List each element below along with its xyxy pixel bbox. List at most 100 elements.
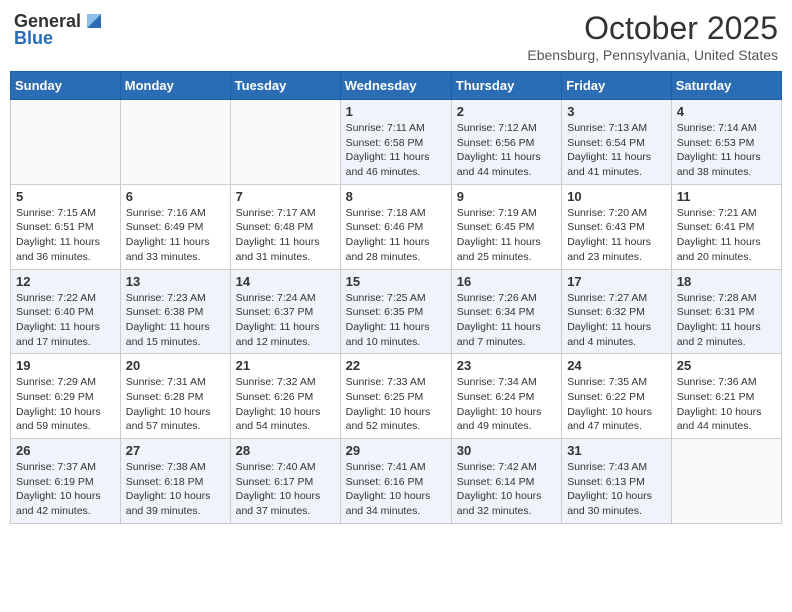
day-number: 20	[126, 358, 225, 373]
calendar-cell: 29Sunrise: 7:41 AM Sunset: 6:16 PM Dayli…	[340, 439, 451, 524]
day-info: Sunrise: 7:33 AM Sunset: 6:25 PM Dayligh…	[346, 375, 446, 434]
day-info: Sunrise: 7:32 AM Sunset: 6:26 PM Dayligh…	[236, 375, 335, 434]
calendar-cell: 13 Sunrise: 7:23 AM Sunset: 6:38 PM Dayli…	[120, 269, 230, 354]
calendar-cell: 23 Sunrise: 7:34 AM Sunset: 6:24 PM Dayli…	[451, 354, 561, 439]
day-number: 9	[457, 189, 556, 204]
day-number: 6	[126, 189, 225, 204]
calendar-week-5: 26 Sunrise: 7:37 AM Sunset: 6:19 PM Dayli…	[11, 439, 782, 524]
day-number: 11	[677, 189, 776, 204]
calendar-cell: 7 Sunrise: 7:17 AM Sunset: 6:48 PM Daylig…	[230, 184, 340, 269]
calendar-cell: 14 Sunrise: 7:24 AM Sunset: 6:37 PM Dayli…	[230, 269, 340, 354]
location-text: Ebensburg, Pennsylvania, United States	[527, 47, 778, 63]
calendar-cell: 10Sunrise: 7:20 AM Sunset: 6:43 PM Dayli…	[562, 184, 672, 269]
logo-blue-text: Blue	[14, 28, 53, 49]
day-number: 31	[567, 443, 666, 458]
day-number: 30	[457, 443, 556, 458]
day-info: Sunrise: 7:14 AM Sunset: 6:53 PM Dayligh…	[677, 121, 776, 180]
calendar-cell: 6 Sunrise: 7:16 AM Sunset: 6:49 PM Daylig…	[120, 184, 230, 269]
calendar-cell: 5Sunrise: 7:15 AM Sunset: 6:51 PM Daylig…	[11, 184, 121, 269]
day-number: 13	[126, 274, 225, 289]
day-number: 10	[567, 189, 666, 204]
day-info: Sunrise: 7:17 AM Sunset: 6:48 PM Dayligh…	[236, 206, 335, 265]
calendar-cell: 15Sunrise: 7:25 AM Sunset: 6:35 PM Dayli…	[340, 269, 451, 354]
calendar-cell	[230, 100, 340, 185]
calendar-week-4: 19Sunrise: 7:29 AM Sunset: 6:29 PM Dayli…	[11, 354, 782, 439]
day-info: Sunrise: 7:18 AM Sunset: 6:46 PM Dayligh…	[346, 206, 446, 265]
day-number: 25	[677, 358, 776, 373]
day-number: 22	[346, 358, 446, 373]
month-title: October 2025	[527, 10, 778, 47]
day-info: Sunrise: 7:22 AM Sunset: 6:40 PM Dayligh…	[16, 291, 115, 350]
calendar-cell: 25Sunrise: 7:36 AM Sunset: 6:21 PM Dayli…	[671, 354, 781, 439]
day-info: Sunrise: 7:28 AM Sunset: 6:31 PM Dayligh…	[677, 291, 776, 350]
day-number: 8	[346, 189, 446, 204]
day-number: 27	[126, 443, 225, 458]
page-header: General Blue October 2025 Ebensburg, Pen…	[10, 10, 782, 63]
calendar-cell: 26 Sunrise: 7:37 AM Sunset: 6:19 PM Dayli…	[11, 439, 121, 524]
day-info: Sunrise: 7:27 AM Sunset: 6:32 PM Dayligh…	[567, 291, 666, 350]
day-info: Sunrise: 7:31 AM Sunset: 6:28 PM Dayligh…	[126, 375, 225, 434]
day-number: 14	[236, 274, 335, 289]
day-info: Sunrise: 7:26 AM Sunset: 6:34 PM Dayligh…	[457, 291, 556, 350]
day-info: Sunrise: 7:42 AM Sunset: 6:14 PM Dayligh…	[457, 460, 556, 519]
day-info: Sunrise: 7:23 AM Sunset: 6:38 PM Dayligh…	[126, 291, 225, 350]
day-number: 24	[567, 358, 666, 373]
calendar-cell: 30 Sunrise: 7:42 AM Sunset: 6:14 PM Dayli…	[451, 439, 561, 524]
day-number: 19	[16, 358, 115, 373]
day-info: Sunrise: 7:35 AM Sunset: 6:22 PM Dayligh…	[567, 375, 666, 434]
calendar-cell	[120, 100, 230, 185]
calendar-cell: 21 Sunrise: 7:32 AM Sunset: 6:26 PM Dayli…	[230, 354, 340, 439]
day-info: Sunrise: 7:12 AM Sunset: 6:56 PM Dayligh…	[457, 121, 556, 180]
day-info: Sunrise: 7:19 AM Sunset: 6:45 PM Dayligh…	[457, 206, 556, 265]
calendar-header-wednesday: Wednesday	[340, 72, 451, 100]
day-info: Sunrise: 7:15 AM Sunset: 6:51 PM Dayligh…	[16, 206, 115, 265]
calendar-cell: 12 Sunrise: 7:22 AM Sunset: 6:40 PM Dayli…	[11, 269, 121, 354]
day-info: Sunrise: 7:21 AM Sunset: 6:41 PM Dayligh…	[677, 206, 776, 265]
day-info: Sunrise: 7:16 AM Sunset: 6:49 PM Dayligh…	[126, 206, 225, 265]
calendar-cell: 27 Sunrise: 7:38 AM Sunset: 6:18 PM Dayli…	[120, 439, 230, 524]
day-number: 28	[236, 443, 335, 458]
calendar-week-1: 1 Sunrise: 7:11 AM Sunset: 6:58 PM Daylig…	[11, 100, 782, 185]
day-number: 1	[346, 104, 446, 119]
calendar-cell: 1 Sunrise: 7:11 AM Sunset: 6:58 PM Daylig…	[340, 100, 451, 185]
day-info: Sunrise: 7:40 AM Sunset: 6:17 PM Dayligh…	[236, 460, 335, 519]
calendar-cell: 16Sunrise: 7:26 AM Sunset: 6:34 PM Dayli…	[451, 269, 561, 354]
calendar-header-sunday: Sunday	[11, 72, 121, 100]
day-number: 12	[16, 274, 115, 289]
day-number: 4	[677, 104, 776, 119]
day-number: 3	[567, 104, 666, 119]
day-info: Sunrise: 7:11 AM Sunset: 6:58 PM Dayligh…	[346, 121, 446, 180]
day-info: Sunrise: 7:25 AM Sunset: 6:35 PM Dayligh…	[346, 291, 446, 350]
calendar-header-saturday: Saturday	[671, 72, 781, 100]
calendar-cell	[671, 439, 781, 524]
day-number: 7	[236, 189, 335, 204]
day-number: 23	[457, 358, 556, 373]
logo: General Blue	[14, 10, 105, 49]
day-info: Sunrise: 7:38 AM Sunset: 6:18 PM Dayligh…	[126, 460, 225, 519]
calendar-cell: 8 Sunrise: 7:18 AM Sunset: 6:46 PM Daylig…	[340, 184, 451, 269]
day-number: 21	[236, 358, 335, 373]
calendar-cell: 4 Sunrise: 7:14 AM Sunset: 6:53 PM Daylig…	[671, 100, 781, 185]
calendar-header-thursday: Thursday	[451, 72, 561, 100]
calendar-cell: 22 Sunrise: 7:33 AM Sunset: 6:25 PM Dayli…	[340, 354, 451, 439]
calendar-header-tuesday: Tuesday	[230, 72, 340, 100]
day-info: Sunrise: 7:37 AM Sunset: 6:19 PM Dayligh…	[16, 460, 115, 519]
logo-icon	[83, 10, 105, 32]
day-number: 29	[346, 443, 446, 458]
day-info: Sunrise: 7:43 AM Sunset: 6:13 PM Dayligh…	[567, 460, 666, 519]
calendar-cell: 17 Sunrise: 7:27 AM Sunset: 6:32 PM Dayli…	[562, 269, 672, 354]
calendar-cell: 3 Sunrise: 7:13 AM Sunset: 6:54 PM Daylig…	[562, 100, 672, 185]
day-info: Sunrise: 7:24 AM Sunset: 6:37 PM Dayligh…	[236, 291, 335, 350]
calendar-cell: 2 Sunrise: 7:12 AM Sunset: 6:56 PM Daylig…	[451, 100, 561, 185]
calendar-week-2: 5Sunrise: 7:15 AM Sunset: 6:51 PM Daylig…	[11, 184, 782, 269]
calendar-cell: 31 Sunrise: 7:43 AM Sunset: 6:13 PM Dayli…	[562, 439, 672, 524]
day-number: 2	[457, 104, 556, 119]
day-info: Sunrise: 7:34 AM Sunset: 6:24 PM Dayligh…	[457, 375, 556, 434]
day-number: 26	[16, 443, 115, 458]
day-number: 17	[567, 274, 666, 289]
calendar-cell: 18Sunrise: 7:28 AM Sunset: 6:31 PM Dayli…	[671, 269, 781, 354]
calendar-week-3: 12 Sunrise: 7:22 AM Sunset: 6:40 PM Dayli…	[11, 269, 782, 354]
calendar-cell: 24 Sunrise: 7:35 AM Sunset: 6:22 PM Dayli…	[562, 354, 672, 439]
calendar-cell	[11, 100, 121, 185]
day-info: Sunrise: 7:13 AM Sunset: 6:54 PM Dayligh…	[567, 121, 666, 180]
